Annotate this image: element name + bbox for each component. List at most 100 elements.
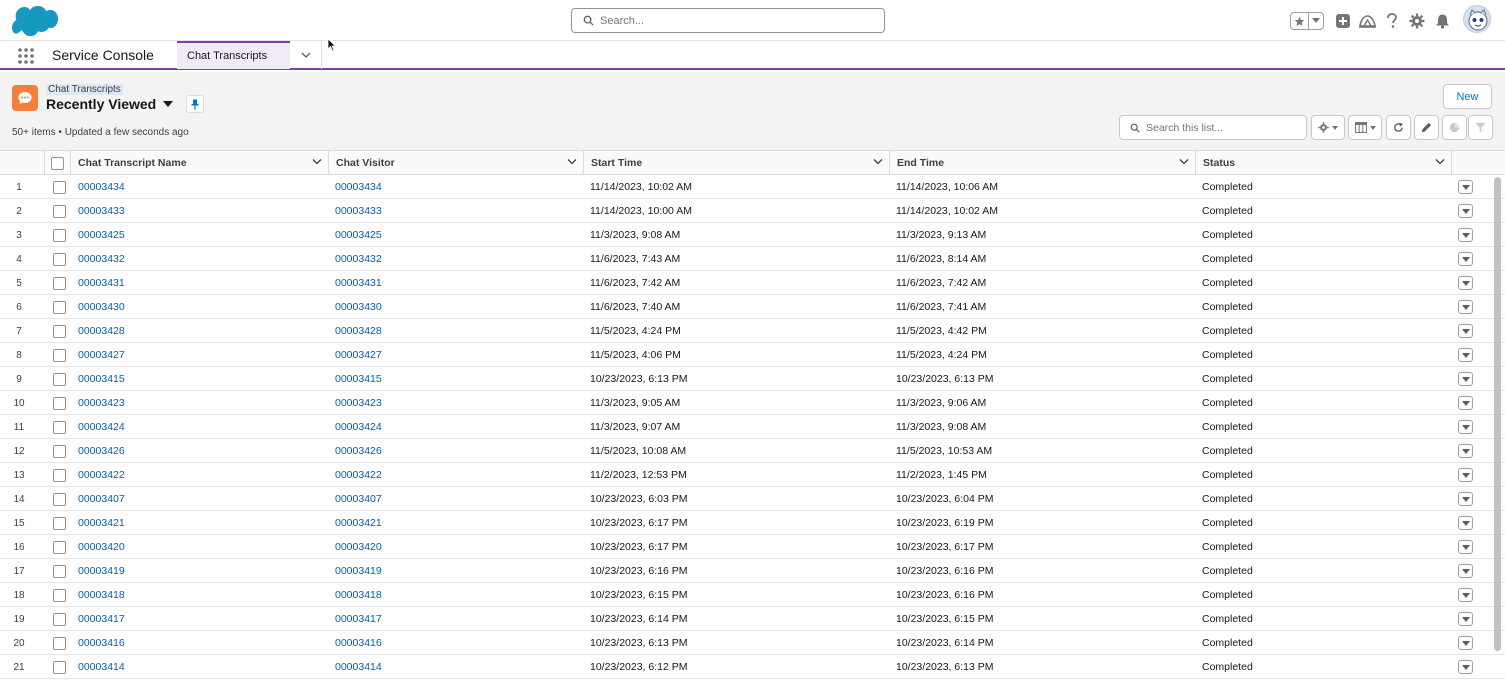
chevron-down-icon[interactable]: [1435, 158, 1445, 165]
row-checkbox[interactable]: [52, 564, 66, 578]
row-checkbox[interactable]: [52, 588, 66, 602]
row-checkbox[interactable]: [52, 348, 66, 362]
row-action-menu-button[interactable]: [1458, 564, 1473, 578]
row-checkbox[interactable]: [52, 444, 66, 458]
chat-visitor-link[interactable]: 00003419: [335, 559, 580, 583]
display-as-button[interactable]: [1348, 115, 1382, 140]
transcript-name-link[interactable]: 00003423: [78, 391, 323, 415]
chat-visitor-link[interactable]: 00003407: [335, 487, 580, 511]
row-select[interactable]: [52, 199, 66, 223]
table-row[interactable]: 5 00003431 00003431 11/6/2023, 7:42 AM 11/6/…: [0, 271, 1505, 295]
chat-visitor-link[interactable]: 00003431: [335, 271, 580, 295]
table-row[interactable]: 16 00003420 00003420 10/23/2023, 6:17 PM 10/…: [0, 535, 1505, 559]
table-row[interactable]: 6 00003430 00003430 11/6/2023, 7:40 AM 11/6/…: [0, 295, 1505, 319]
row-checkbox[interactable]: [52, 372, 66, 386]
waffle-icon[interactable]: [17, 47, 35, 65]
row-actions[interactable]: [1458, 607, 1474, 631]
transcript-name-link[interactable]: 00003416: [78, 631, 323, 655]
table-row[interactable]: 4 00003432 00003432 11/6/2023, 7:43 AM 11/6/…: [0, 247, 1505, 271]
row-select[interactable]: [52, 631, 66, 655]
row-actions[interactable]: [1458, 583, 1474, 607]
chat-visitor-link[interactable]: 00003418: [335, 583, 580, 607]
row-select[interactable]: [52, 295, 66, 319]
transcript-name-link[interactable]: 00003424: [78, 415, 323, 439]
list-view-selector[interactable]: Recently Viewed: [46, 96, 174, 112]
row-action-menu-button[interactable]: [1458, 540, 1473, 554]
row-actions[interactable]: [1458, 415, 1474, 439]
transcript-name-link[interactable]: 00003427: [78, 343, 323, 367]
favorites-group[interactable]: [1290, 12, 1324, 30]
chat-visitor-link[interactable]: 00003433: [335, 199, 580, 223]
chevron-down-icon[interactable]: [1179, 158, 1189, 165]
table-row[interactable]: 10 00003423 00003423 11/3/2023, 9:05 AM 11/3…: [0, 391, 1505, 415]
table-row[interactable]: 19 00003417 00003417 10/23/2023, 6:14 PM 10/…: [0, 607, 1505, 631]
transcript-name-link[interactable]: 00003420: [78, 535, 323, 559]
row-action-menu-button[interactable]: [1458, 372, 1473, 386]
select-all-header[interactable]: [45, 151, 71, 175]
table-row[interactable]: 15 00003421 00003421 10/23/2023, 6:17 PM 10/…: [0, 511, 1505, 535]
row-action-menu-button[interactable]: [1458, 492, 1473, 506]
row-select[interactable]: [52, 367, 66, 391]
row-actions[interactable]: [1458, 463, 1474, 487]
row-checkbox[interactable]: [52, 468, 66, 482]
row-select[interactable]: [52, 583, 66, 607]
row-select[interactable]: [52, 247, 66, 271]
row-actions[interactable]: [1458, 271, 1474, 295]
table-row[interactable]: 2 00003433 00003433 11/14/2023, 10:00 AM 11/…: [0, 199, 1505, 223]
row-actions[interactable]: [1458, 439, 1474, 463]
row-actions[interactable]: [1458, 295, 1474, 319]
row-select[interactable]: [52, 343, 66, 367]
transcript-name-link[interactable]: 00003418: [78, 583, 323, 607]
row-action-menu-button[interactable]: [1458, 660, 1473, 674]
gear-icon[interactable]: [1408, 12, 1426, 30]
chat-visitor-link[interactable]: 00003425: [335, 223, 580, 247]
chat-visitor-link[interactable]: 00003434: [335, 175, 580, 199]
row-checkbox[interactable]: [52, 228, 66, 242]
pin-button[interactable]: [186, 95, 204, 113]
list-settings-button[interactable]: [1311, 115, 1345, 140]
row-actions[interactable]: [1458, 247, 1474, 271]
filter-button[interactable]: [1468, 115, 1493, 140]
row-actions[interactable]: [1458, 631, 1474, 655]
transcript-name-link[interactable]: 00003419: [78, 559, 323, 583]
table-row[interactable]: 11 00003424 00003424 11/3/2023, 9:07 AM 11/3…: [0, 415, 1505, 439]
chevron-down-icon[interactable]: [567, 158, 577, 165]
row-action-menu-button[interactable]: [1458, 324, 1473, 338]
table-row[interactable]: 7 00003428 00003428 11/5/2023, 4:24 PM 11/5/…: [0, 319, 1505, 343]
row-select[interactable]: [52, 391, 66, 415]
row-select[interactable]: [52, 319, 66, 343]
global-search-input[interactable]: [600, 14, 870, 27]
row-checkbox[interactable]: [52, 540, 66, 554]
row-actions[interactable]: [1458, 175, 1474, 199]
row-select[interactable]: [52, 463, 66, 487]
row-action-menu-button[interactable]: [1458, 228, 1473, 242]
row-checkbox[interactable]: [52, 396, 66, 410]
row-action-menu-button[interactable]: [1458, 252, 1473, 266]
chat-visitor-link[interactable]: 00003427: [335, 343, 580, 367]
row-action-menu-button[interactable]: [1458, 276, 1473, 290]
transcript-name-link[interactable]: 00003417: [78, 607, 323, 631]
row-select[interactable]: [52, 415, 66, 439]
row-actions[interactable]: [1458, 487, 1474, 511]
table-row[interactable]: 21 00003414 00003414 10/23/2023, 6:12 PM 10/…: [0, 655, 1505, 679]
row-select[interactable]: [52, 271, 66, 295]
chat-visitor-link[interactable]: 00003424: [335, 415, 580, 439]
row-action-menu-button[interactable]: [1458, 396, 1473, 410]
table-row[interactable]: 8 00003427 00003427 11/5/2023, 4:06 PM 11/5/…: [0, 343, 1505, 367]
row-action-menu-button[interactable]: [1458, 420, 1473, 434]
row-checkbox[interactable]: [52, 492, 66, 506]
transcript-name-link[interactable]: 00003421: [78, 511, 323, 535]
row-select[interactable]: [52, 439, 66, 463]
row-actions[interactable]: [1458, 391, 1474, 415]
row-actions[interactable]: [1458, 199, 1474, 223]
user-avatar[interactable]: [1463, 5, 1491, 33]
star-icon[interactable]: [1291, 13, 1309, 29]
trailhead-icon[interactable]: [1358, 12, 1376, 30]
new-button[interactable]: New: [1443, 84, 1492, 109]
row-select[interactable]: [52, 487, 66, 511]
add-icon[interactable]: [1334, 12, 1352, 30]
column-header-name[interactable]: Chat Transcript Name: [71, 151, 329, 175]
chat-visitor-link[interactable]: 00003416: [335, 631, 580, 655]
bell-icon[interactable]: [1433, 12, 1451, 30]
row-checkbox[interactable]: [52, 324, 66, 338]
